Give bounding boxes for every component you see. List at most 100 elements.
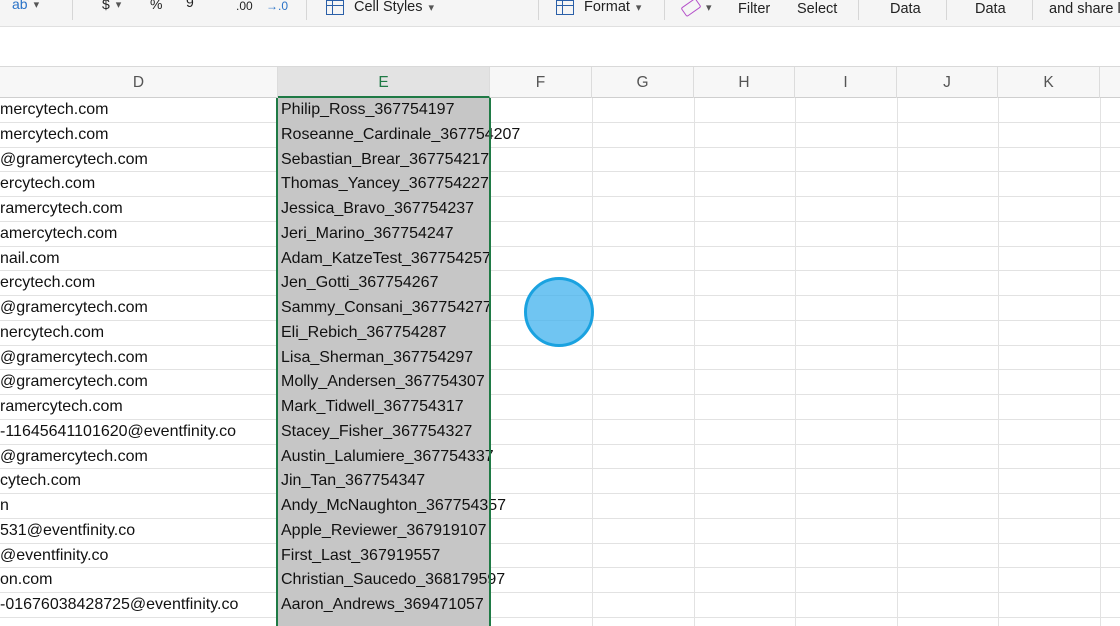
- cell-d[interactable]: @gramercytech.com: [0, 148, 276, 172]
- cell-e[interactable]: Lisa_Sherman_367754297: [281, 346, 473, 370]
- cell-e[interactable]: Stacey_Fisher_367754327: [281, 420, 472, 444]
- cell-d[interactable]: @eventfinity.co: [0, 544, 276, 568]
- cell-d[interactable]: 531@eventfinity.co: [0, 519, 276, 543]
- cell-d[interactable]: ramercytech.com: [0, 197, 276, 221]
- spreadsheet-grid[interactable]: mercytech.com Philip_Ross_367754197 mercyt…: [0, 98, 1120, 626]
- share-button[interactable]: and share l: [1049, 0, 1120, 19]
- filter-label: Filter: [738, 1, 771, 17]
- eraser-icon: [680, 0, 702, 17]
- table-row: @gramercytech.com Molly_Andersen_36775430…: [0, 370, 1120, 395]
- cell-d[interactable]: @gramercytech.com: [0, 346, 276, 370]
- cell-d[interactable]: amercytech.com: [0, 222, 276, 246]
- data-button-1[interactable]: Data: [890, 0, 921, 19]
- percent-icon: %: [150, 0, 163, 12]
- cell-e[interactable]: Molly_Andersen_367754307: [281, 370, 485, 394]
- table-row: ramercytech.com Mark_Tidwell_367754317: [0, 395, 1120, 420]
- table-row: amercytech.com Jeri_Marino_367754247: [0, 221, 1120, 247]
- cell-e[interactable]: Aaron_Andrews_369471057: [281, 593, 484, 617]
- increase-decimal-button[interactable]: .00: [236, 0, 253, 16]
- cell-d[interactable]: -01676038428725@eventfinity.co: [0, 593, 276, 617]
- table-row: nail.com Adam_KatzeTest_367754257: [0, 246, 1120, 272]
- percent-style-button[interactable]: %: [150, 0, 162, 14]
- table-row: mercytech.com Philip_Ross_367754197: [0, 98, 1120, 123]
- chevron-down-icon: ▾: [33, 0, 40, 11]
- table-row: [0, 617, 1120, 626]
- table-row: ramercytech.com Jessica_Bravo_367754237: [0, 197, 1120, 222]
- cell-e[interactable]: Sebastian_Brear_367754217: [281, 148, 489, 172]
- cell-d[interactable]: ramercytech.com: [0, 395, 276, 419]
- cell-d[interactable]: [0, 618, 276, 626]
- chevron-down-icon: ▾: [706, 1, 712, 14]
- cell-e[interactable]: Philip_Ross_367754197: [281, 98, 454, 122]
- find-select-button[interactable]: Select: [797, 0, 837, 19]
- cell-d[interactable]: @gramercytech.com: [0, 445, 276, 469]
- cell-e[interactable]: Roseanne_Cardinale_367754207: [281, 123, 520, 147]
- table-row: n Andy_McNaughton_367754357: [0, 494, 1120, 519]
- chevron-down-icon: ▾: [428, 1, 435, 14]
- cell-d[interactable]: nail.com: [0, 247, 276, 271]
- data-label-2: Data: [975, 1, 1006, 17]
- formula-bar[interactable]: [0, 26, 1120, 66]
- table-row: @gramercytech.com Lisa_Sherman_367754297: [0, 345, 1120, 371]
- cell-d[interactable]: @gramercytech.com: [0, 296, 276, 320]
- cell-e[interactable]: Adam_KatzeTest_367754257: [281, 247, 491, 271]
- cell-e[interactable]: Jessica_Bravo_367754237: [281, 197, 474, 221]
- decrease-decimal-button[interactable]: →.0: [266, 0, 288, 16]
- cell-d[interactable]: @gramercytech.com: [0, 370, 276, 394]
- cell-e[interactable]: Austin_Lalumiere_367754337: [281, 445, 494, 469]
- column-header-h[interactable]: H: [694, 67, 795, 98]
- cell-d[interactable]: cytech.com: [0, 469, 276, 493]
- data-button-2[interactable]: Data: [975, 0, 1006, 19]
- currency-format-button[interactable]: $ ▾: [102, 0, 121, 14]
- increase-decimal-icon: .00: [236, 0, 253, 13]
- column-header-f[interactable]: F: [490, 67, 592, 98]
- format-icon: [556, 0, 574, 15]
- filter-button[interactable]: Filter: [738, 0, 770, 19]
- format-button[interactable]: Format ▾: [556, 0, 641, 17]
- column-header-j[interactable]: J: [897, 67, 998, 98]
- table-row: cytech.com Jin_Tan_367754347: [0, 469, 1120, 494]
- cell-d[interactable]: mercytech.com: [0, 98, 276, 122]
- cell-d[interactable]: -11645641101620@eventfinity.co: [0, 420, 276, 444]
- table-row: @eventfinity.co First_Last_367919557: [0, 543, 1120, 569]
- column-header-i[interactable]: I: [795, 67, 897, 98]
- cell-d[interactable]: mercytech.com: [0, 123, 276, 147]
- wrap-text-button[interactable]: ab ▾: [12, 0, 39, 14]
- selected-cell-background: [278, 617, 490, 626]
- cell-e[interactable]: First_Last_367919557: [281, 544, 440, 568]
- cell-e[interactable]: Sammy_Consani_367754277: [281, 296, 492, 320]
- table-row: -11645641101620@eventfinity.co Stacey_Fis…: [0, 419, 1120, 445]
- selection-border-right: [489, 98, 491, 626]
- cell-e[interactable]: Mark_Tidwell_367754317: [281, 395, 464, 419]
- column-header-d[interactable]: D: [0, 67, 278, 98]
- table-row: 531@eventfinity.co Apple_Reviewer_3679191…: [0, 518, 1120, 544]
- table-row: ercytech.com Thomas_Yancey_367754227: [0, 172, 1120, 197]
- cell-e[interactable]: Thomas_Yancey_367754227: [281, 172, 489, 196]
- decrease-decimal-icon: →.0: [266, 0, 289, 13]
- cell-e[interactable]: Jen_Gotti_367754267: [281, 271, 438, 295]
- cell-e[interactable]: Christian_Saucedo_368179597: [281, 568, 505, 592]
- cell-e[interactable]: Jin_Tan_367754347: [281, 469, 425, 493]
- comma-style-button[interactable]: 9: [186, 0, 194, 12]
- data-label-1: Data: [890, 1, 921, 17]
- cell-styles-icon: [326, 0, 344, 15]
- chevron-down-icon: ▾: [635, 1, 642, 14]
- column-header-k[interactable]: K: [998, 67, 1100, 98]
- cell-e[interactable]: Jeri_Marino_367754247: [281, 222, 454, 246]
- clear-button[interactable]: ▾: [680, 0, 712, 17]
- cell-e[interactable]: Eli_Rebich_367754287: [281, 321, 446, 345]
- cursor-highlight: [524, 277, 594, 347]
- column-header-e[interactable]: E: [278, 67, 490, 98]
- cell-d[interactable]: ercytech.com: [0, 271, 276, 295]
- table-row: on.com Christian_Saucedo_368179597: [0, 568, 1120, 593]
- wrap-text-icon: ab: [12, 0, 28, 12]
- cell-d[interactable]: on.com: [0, 568, 276, 592]
- column-header-g[interactable]: G: [592, 67, 694, 98]
- cell-d[interactable]: ercytech.com: [0, 172, 276, 196]
- cell-styles-button[interactable]: Cell Styles ▾: [326, 0, 434, 17]
- cell-e[interactable]: Andy_McNaughton_367754357: [281, 494, 506, 518]
- cell-d[interactable]: n: [0, 494, 276, 518]
- cell-e[interactable]: Apple_Reviewer_367919107: [281, 519, 487, 543]
- ribbon-toolbar: ab ▾ $ ▾ % 9 .00 →.0 Cell Styles ▾ Forma…: [0, 0, 1120, 26]
- cell-d[interactable]: nercytech.com: [0, 321, 276, 345]
